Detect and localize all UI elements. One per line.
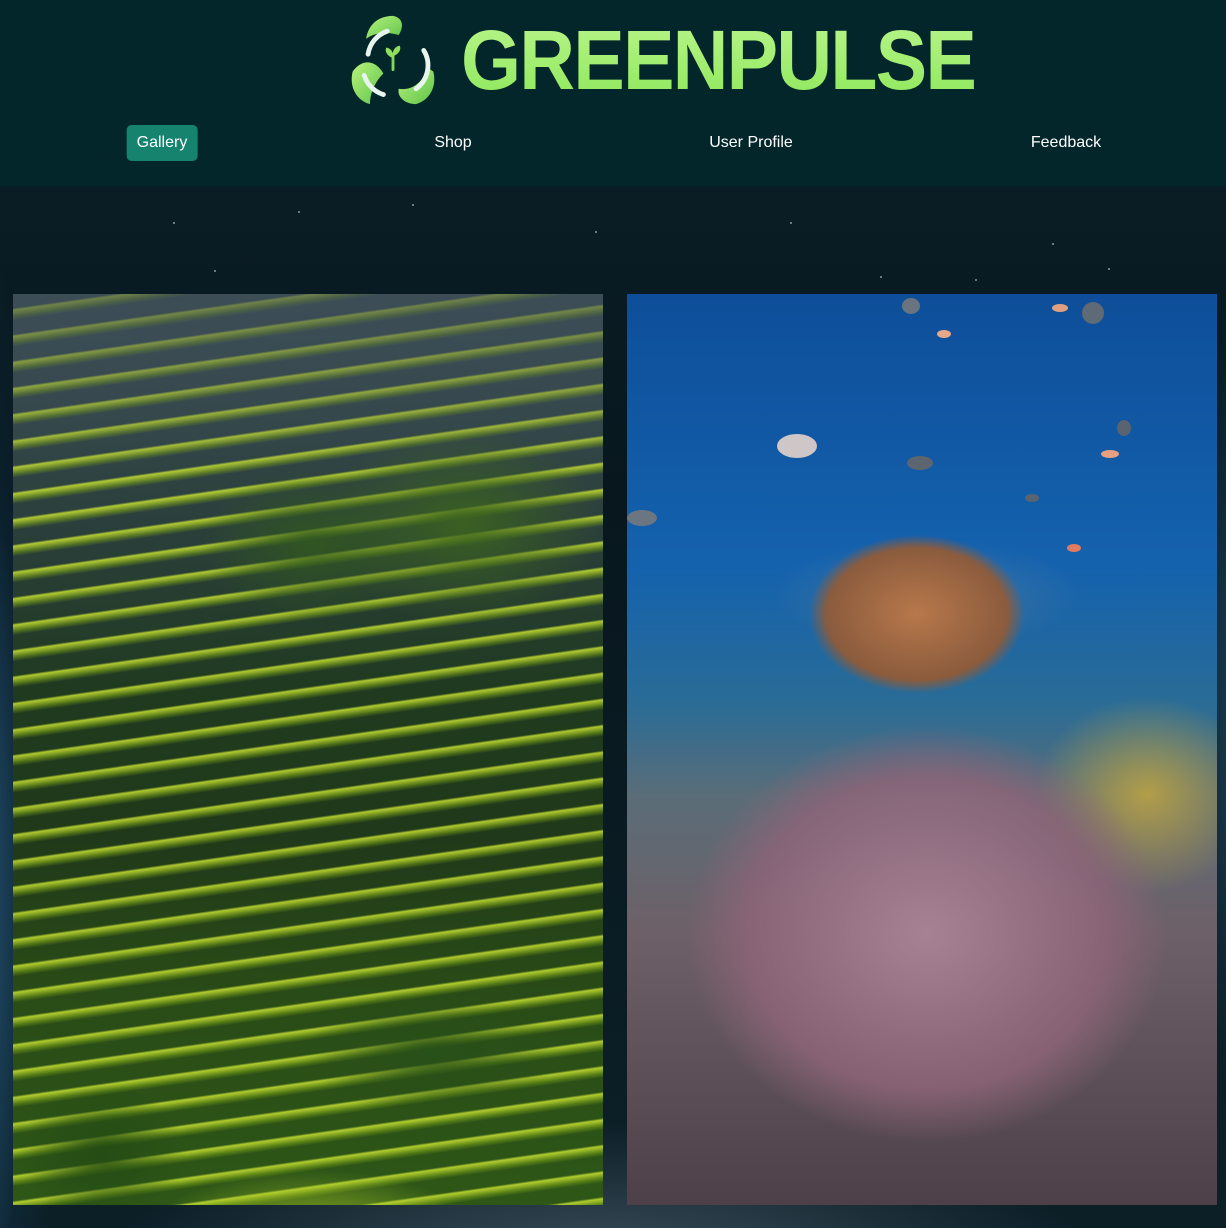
background-star bbox=[1108, 268, 1110, 270]
background-star bbox=[790, 222, 792, 224]
fish-shape bbox=[1025, 494, 1039, 502]
nav-item-feedback[interactable]: Feedback bbox=[1031, 125, 1101, 161]
fish-shape bbox=[1082, 302, 1104, 324]
background-star bbox=[595, 231, 597, 233]
nav-item-shop[interactable]: Shop bbox=[434, 125, 471, 161]
background-star bbox=[298, 211, 300, 213]
nav-item-gallery[interactable]: Gallery bbox=[126, 125, 198, 161]
background-star bbox=[1052, 243, 1054, 245]
fish-shape bbox=[777, 434, 817, 458]
nav-item-user-profile[interactable]: User Profile bbox=[709, 125, 793, 161]
brand[interactable]: GREENPULSE bbox=[345, 10, 1020, 110]
page: GREENPULSE Gallery Shop User Profile Fee… bbox=[0, 0, 1226, 1228]
fish-shape bbox=[907, 456, 933, 470]
background-star bbox=[975, 279, 977, 281]
site-header: GREENPULSE Gallery Shop User Profile Fee… bbox=[0, 0, 1226, 186]
recycle-leaf-icon bbox=[351, 15, 435, 105]
fish-shape bbox=[1052, 304, 1068, 312]
background-star bbox=[880, 276, 882, 278]
background-star bbox=[173, 222, 175, 224]
background-star bbox=[412, 204, 414, 206]
fish-shape bbox=[1117, 420, 1131, 436]
coral-reef-photo[interactable] bbox=[627, 294, 1217, 1205]
fish-shape bbox=[937, 330, 951, 338]
rice-terraces-photo[interactable] bbox=[13, 294, 603, 1205]
fish-shape bbox=[1101, 450, 1119, 458]
main-nav: Gallery Shop User Profile Feedback bbox=[0, 125, 1226, 161]
fish-shape bbox=[1067, 544, 1081, 552]
brand-name: GREENPULSE bbox=[461, 13, 977, 107]
fish-shape bbox=[902, 298, 920, 314]
fish-shape bbox=[627, 510, 657, 526]
background-star bbox=[214, 270, 216, 272]
